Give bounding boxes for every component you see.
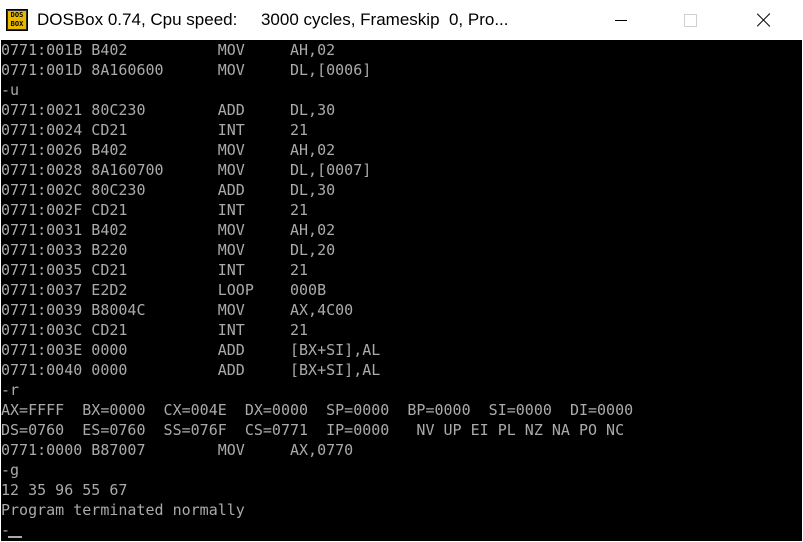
maximize-button[interactable] (667, 0, 713, 40)
terminal-line: 0771:0035 CD21 INT 21 (1, 261, 309, 279)
text-cursor (8, 536, 22, 538)
terminal-line: 0771:0024 CD21 INT 21 (1, 121, 309, 139)
terminal-line: 0771:001B B402 MOV AH,02 (1, 41, 336, 59)
terminal-line: 0771:0026 B402 MOV AH,02 (1, 141, 336, 159)
terminal-line: 0771:0021 80C230 ADD DL,30 (1, 101, 336, 119)
minimize-button[interactable] (598, 0, 644, 40)
command-prompt[interactable]: - (1, 520, 633, 540)
program-output: 12 35 96 55 67 (1, 481, 128, 499)
terminal-line: -r (1, 381, 20, 399)
terminal-line: 0771:0033 B220 MOV DL,20 (1, 241, 336, 259)
terminal-line: 0771:0000 B87007 MOV AX,0770 (1, 441, 354, 459)
title-bar[interactable]: DOS BOX DOSBox 0.74, Cpu speed: 3000 cyc… (0, 0, 803, 40)
termination-message: Program terminated normally (1, 501, 245, 519)
terminal-line: 0771:002F CD21 INT 21 (1, 201, 309, 219)
icon-text-top: DOS (8, 11, 26, 20)
register-line-1: AX=FFFF BX=0000 CX=004E DX=0000 SP=0000 … (1, 401, 634, 419)
terminal-line: 0771:0037 E2D2 LOOP 000B (1, 281, 327, 299)
terminal-line: 0771:002C 80C230 ADD DL,30 (1, 181, 336, 199)
terminal-line: -g (1, 461, 20, 479)
window-title: DOSBox 0.74, Cpu speed: 3000 cycles, Fra… (37, 10, 509, 29)
terminal-output: 0771:001B B402 MOV AH,02 0771:001D 8A160… (1, 40, 633, 540)
terminal-line: 0771:001D 8A160600 MOV DL,[0006] (1, 61, 372, 79)
terminal-line: 0771:0031 B402 MOV AH,02 (1, 221, 336, 239)
terminal-line: 0771:0039 B8004C MOV AX,4C00 (1, 301, 354, 319)
register-line-2: DS=0760 ES=0760 SS=076F CS=0771 IP=0000 … (1, 421, 625, 439)
terminal-line: 0771:0028 8A160700 MOV DL,[0007] (1, 161, 372, 179)
icon-text-bottom: BOX (8, 20, 26, 29)
terminal-line: 0771:0040 0000 ADD [BX+SI],AL (1, 361, 381, 379)
close-button[interactable] (741, 0, 787, 40)
dosbox-app-icon[interactable]: DOS BOX (6, 9, 28, 31)
dos-screen[interactable]: 0771:001B B402 MOV AH,02 0771:001D 8A160… (1, 40, 802, 541)
terminal-line: 0771:003E 0000 ADD [BX+SI],AL (1, 341, 381, 359)
terminal-line: 0771:003C CD21 INT 21 (1, 321, 309, 339)
terminal-line: -u (1, 81, 20, 99)
